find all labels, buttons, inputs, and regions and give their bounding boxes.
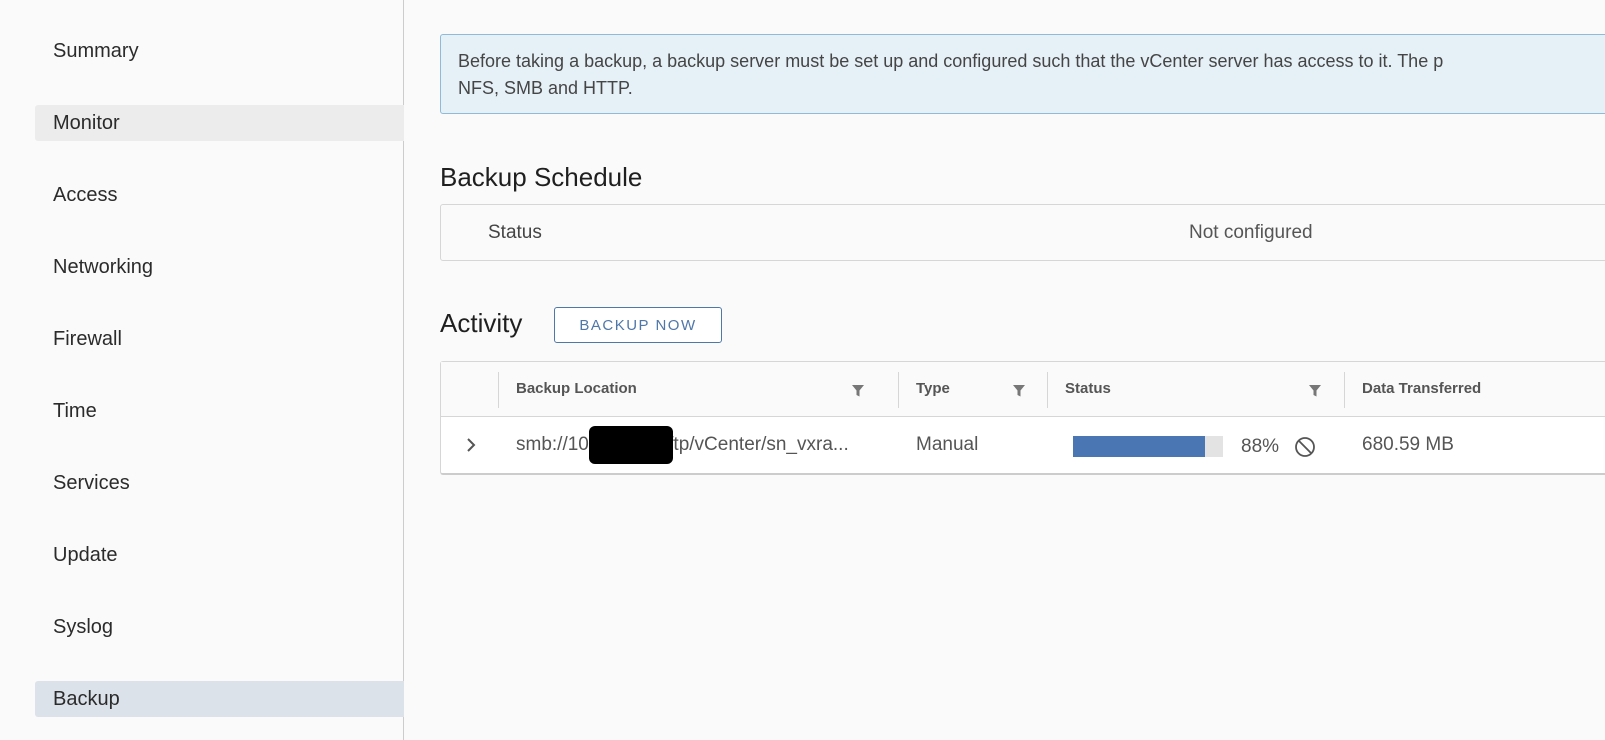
column-separator[interactable] [1047, 372, 1048, 408]
sidebar-item-access[interactable]: Access [35, 177, 404, 213]
datagrid-header: Backup Location Type Status Data Transfe… [441, 362, 1605, 417]
sidebar-item-label: Summary [53, 39, 139, 62]
sidebar-item-label: Services [53, 471, 130, 494]
filter-icon[interactable] [1012, 384, 1026, 398]
backup-progress-bar [1073, 436, 1223, 457]
sidebar-item-summary[interactable]: Summary [35, 33, 404, 69]
column-separator[interactable] [1344, 372, 1345, 408]
schedule-status-label: Status [488, 222, 542, 243]
sidebar-item-label: Backup [53, 687, 120, 710]
alert-text-line: Before taking a backup, a backup server … [458, 51, 1444, 71]
backup-location-prefix: smb://10 [516, 434, 589, 455]
type-cell: Manual [916, 434, 979, 455]
column-separator [498, 372, 499, 408]
backup-location-suffix: /ftp/vCenter/sn_vxra... [662, 434, 849, 455]
column-header-type[interactable]: Type [916, 380, 950, 397]
column-header-data-transferred[interactable]: Data Transferred [1362, 380, 1481, 397]
sidebar-item-label: Update [53, 543, 118, 566]
backup-now-button[interactable]: BACKUP NOW [554, 307, 722, 343]
sidebar-item-monitor[interactable]: Monitor [35, 105, 404, 141]
app-window: Summary Monitor Access Networking Firewa… [0, 0, 1605, 740]
column-separator[interactable] [898, 372, 899, 408]
redaction-mark [589, 426, 673, 464]
backup-schedule-title: Backup Schedule [440, 162, 643, 192]
sidebar-item-label: Networking [53, 255, 154, 278]
sidebar-item-label: Firewall [53, 327, 122, 350]
sidebar-item-label: Time [53, 399, 97, 422]
sidebar-item-networking[interactable]: Networking [35, 249, 404, 285]
data-transferred-cell: 680.59 MB [1362, 434, 1454, 455]
backup-location-cell: smb://10/ftp/vCenter/sn_vxra... [516, 434, 849, 456]
main-content: Before taking a backup, a backup server … [404, 0, 1605, 740]
sidebar-item-update[interactable]: Update [35, 537, 404, 573]
sidebar-item-firewall[interactable]: Firewall [35, 321, 404, 357]
cancel-icon[interactable] [1294, 436, 1316, 458]
sidebar-item-time[interactable]: Time [35, 393, 404, 429]
backup-progress-fill [1073, 436, 1205, 457]
sidebar: Summary Monitor Access Networking Firewa… [0, 0, 404, 740]
filter-icon[interactable] [851, 384, 865, 398]
progress-percent: 88% [1241, 436, 1280, 457]
sidebar-item-backup[interactable]: Backup [35, 681, 404, 717]
filter-icon[interactable] [1308, 384, 1322, 398]
activity-title: Activity [440, 308, 523, 338]
alert-text-line: NFS, SMB and HTTP. [458, 78, 633, 98]
sidebar-item-services[interactable]: Services [35, 465, 404, 501]
sidebar-item-label: Monitor [53, 111, 120, 134]
sidebar-item-label: Access [53, 183, 118, 206]
table-row[interactable]: smb://10/ftp/vCenter/sn_vxra... Manual 8… [441, 418, 1605, 473]
sidebar-item-label: Syslog [53, 615, 114, 638]
info-alert: Before taking a backup, a backup server … [440, 34, 1605, 114]
schedule-status-value: Not configured [1189, 222, 1313, 243]
chevron-right-icon[interactable] [461, 435, 481, 455]
backup-schedule-card: Status Not configured [440, 204, 1605, 261]
column-header-backup-location[interactable]: Backup Location [516, 380, 637, 397]
activity-datagrid: Backup Location Type Status Data Transfe… [440, 361, 1605, 475]
column-header-status[interactable]: Status [1065, 380, 1111, 397]
sidebar-item-syslog[interactable]: Syslog [35, 609, 404, 645]
